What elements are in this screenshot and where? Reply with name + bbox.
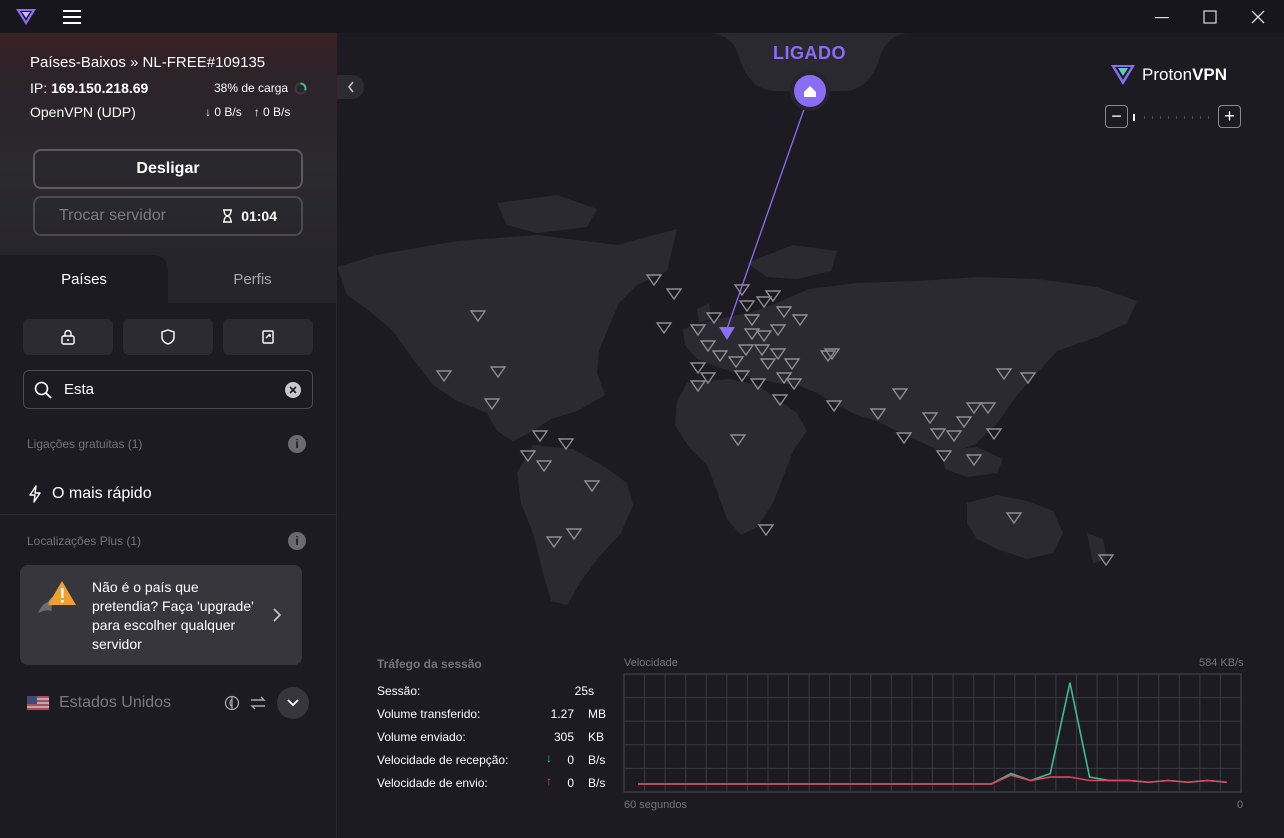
upgrade-banner[interactable]: Não é o país que pretendia? Faça 'upgrad…	[20, 565, 302, 665]
zoom-in-button[interactable]: +	[1218, 105, 1241, 128]
session-stat-label: Velocidade de recepção:	[377, 753, 509, 767]
session-stat-unit: MB	[588, 707, 606, 721]
plus-section-title: Localizações Plus (1)	[27, 534, 142, 548]
clear-search-icon[interactable]	[284, 381, 302, 399]
search-icon	[34, 381, 52, 399]
streaming-filter-button[interactable]	[223, 319, 313, 355]
tab-countries[interactable]: Países	[0, 255, 168, 303]
tv-icon	[262, 330, 274, 344]
session-stat-unit: B/s	[588, 776, 606, 790]
tab-profiles[interactable]: Perfis	[168, 255, 337, 303]
change-server-button[interactable]: Trocar servidor 01:04	[33, 196, 303, 236]
chevron-down-icon	[287, 699, 299, 707]
upload-speed-value: 0 B/s	[263, 105, 291, 119]
speed-chart	[623, 673, 1242, 793]
upgrade-text: Não é o país que pretendia? Faça 'upgrad…	[92, 579, 254, 652]
speed-row: ↓ 0 B/s ↑ 0 B/s	[205, 105, 290, 119]
session-stat-label: Volume enviado:	[377, 730, 466, 744]
session-traffic-title: Tráfego da sessão	[377, 657, 482, 671]
upload-speed: ↑ 0 B/s	[254, 105, 291, 119]
ip-address: 169.150.218.69	[51, 80, 149, 96]
sidebar: Países-Baixos » NL-FREE#109135 IP: 169.1…	[0, 33, 337, 838]
speed-chart-x-start: 60 segundos	[624, 799, 687, 811]
fastest-label: O mais rápido	[52, 484, 152, 502]
change-server-timer: 01:04	[222, 208, 277, 224]
lightning-icon	[29, 484, 41, 503]
shield-filter-button[interactable]	[123, 319, 213, 355]
info-icon[interactable]: i	[288, 532, 306, 550]
ip-label: IP:	[30, 80, 48, 96]
download-speed: ↓ 0 B/s	[205, 105, 242, 119]
country-row-united-states[interactable]: Estados Unidos	[0, 681, 337, 725]
country-name: Estados Unidos	[59, 694, 172, 711]
free-section-title: Ligações gratuitas (1)	[27, 437, 143, 451]
session-stat-label: Velocidade de envio:	[377, 776, 488, 790]
session-stat-label: Volume transferido:	[377, 707, 481, 721]
zoom-slider[interactable]	[1132, 113, 1216, 121]
secure-core-filter-button[interactable]	[23, 319, 113, 355]
fastest-connection-row[interactable]: O mais rápido	[0, 473, 337, 515]
title-bar	[0, 0, 1284, 33]
p2p-icon	[250, 696, 266, 710]
shield-icon	[161, 329, 175, 345]
session-stat-value: 305	[553, 730, 574, 744]
chevron-left-icon	[347, 81, 354, 93]
arrow-down-icon: ↓	[205, 105, 211, 119]
map-area: LIGADO ProtonVPN − + Tráfego da sessão S…	[337, 33, 1282, 838]
connection-status: LIGADO	[773, 43, 846, 63]
minimize-icon[interactable]	[1140, 0, 1184, 33]
ip-row: IP: 169.150.218.69	[30, 80, 148, 96]
continents	[337, 195, 1137, 605]
expand-country-button[interactable]	[277, 687, 309, 719]
disconnect-button[interactable]: Desligar	[33, 149, 303, 189]
eagle-warning-icon	[38, 581, 76, 613]
proton-logo-icon	[12, 0, 40, 33]
brand-logo: ProtonVPN	[1110, 63, 1227, 87]
session-stat-value: 0	[567, 753, 574, 767]
tab-bar: Países Perfis	[0, 255, 337, 303]
lock-icon	[61, 329, 75, 345]
session-stat-value: 0	[567, 776, 574, 790]
arrow-down-icon: ↓	[546, 751, 552, 765]
arrow-up-icon: ↑	[253, 105, 260, 119]
session-stat-unit: KB	[588, 730, 605, 744]
timer-value: 01:04	[241, 208, 277, 224]
brand-name: ProtonVPN	[1142, 65, 1227, 85]
proton-logo-icon	[1111, 65, 1135, 85]
us-flag-icon	[27, 696, 49, 710]
speed-chart-x-end: 0	[1237, 799, 1244, 811]
load-ring-icon	[294, 82, 307, 94]
close-icon[interactable]	[1236, 0, 1280, 33]
connection-panel: Países-Baixos » NL-FREE#109135 IP: 169.1…	[0, 33, 337, 255]
collapse-sidebar-button[interactable]	[337, 75, 364, 99]
download-speed-value: 0 B/s	[214, 105, 242, 119]
speed-chart-title: Velocidade	[624, 657, 678, 669]
protocol: OpenVPN (UDP)	[30, 104, 136, 120]
brand-name-a: Proton	[1142, 65, 1193, 84]
session-stat-unit: B/s	[588, 753, 606, 767]
info-icon[interactable]: i	[288, 435, 306, 453]
server-load-text: 38% de carga	[214, 81, 289, 95]
chevron-right-icon	[273, 608, 282, 622]
change-server-label: Trocar servidor	[59, 207, 166, 224]
menu-icon[interactable]	[58, 0, 86, 33]
session-stat-label: Sessão:	[377, 684, 421, 698]
tor-icon	[224, 695, 240, 711]
search-box[interactable]	[23, 370, 313, 409]
server-name: Países-Baixos » NL-FREE#109135	[30, 54, 266, 71]
session-stat-value: 25s	[574, 684, 594, 698]
maximize-icon[interactable]	[1188, 0, 1232, 33]
arrow-up-icon: ↑	[546, 774, 552, 788]
hourglass-icon	[223, 209, 233, 223]
speed-chart-max: 584 KB/s	[1199, 657, 1244, 669]
zoom-out-button[interactable]: −	[1105, 105, 1128, 128]
server-load: 38% de carga	[214, 81, 307, 95]
search-input[interactable]	[64, 381, 284, 398]
brand-name-b: VPN	[1192, 65, 1228, 84]
session-stat-value: 1.27	[550, 707, 574, 721]
